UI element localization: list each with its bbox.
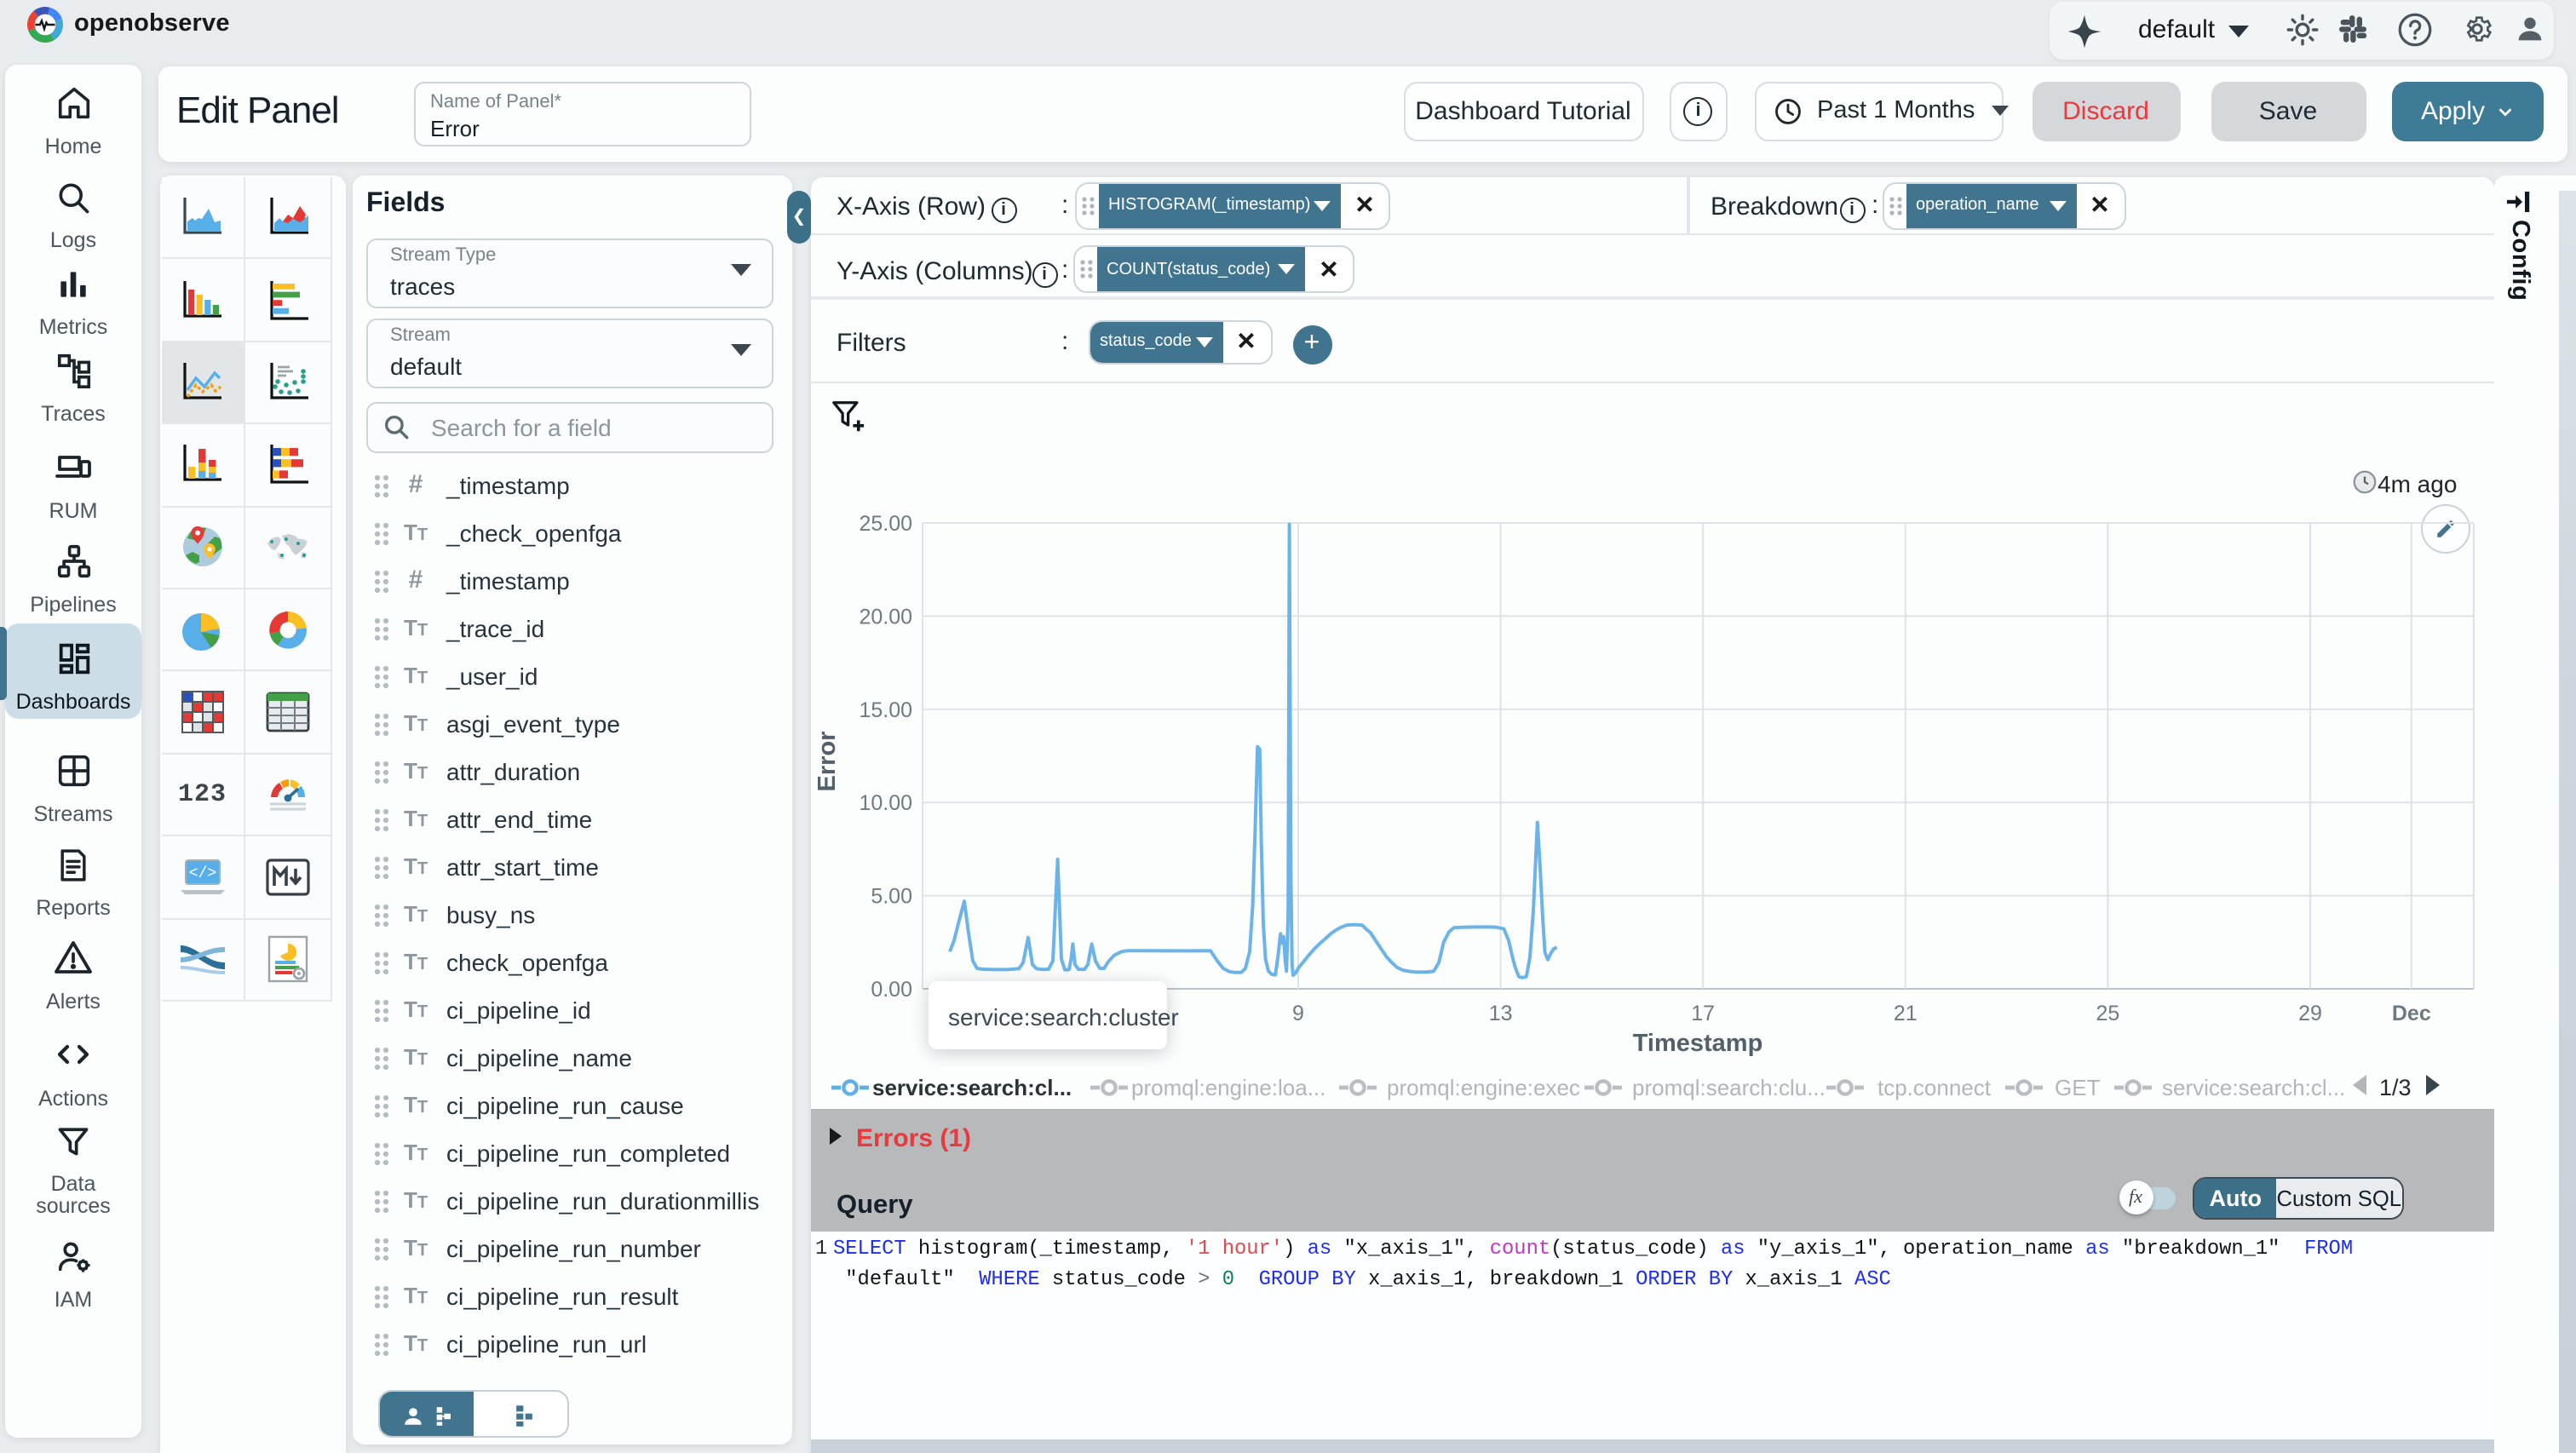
svg-text:10.00: 10.00: [858, 790, 911, 814]
svg-text:Timestamp: Timestamp: [1632, 1029, 1762, 1056]
svg-text:17: 17: [1690, 1001, 1714, 1025]
svg-text:</>: </>: [188, 865, 216, 882]
svg-text:21: 21: [1893, 1001, 1917, 1025]
svg-text:9: 9: [1291, 1001, 1303, 1025]
svg-text:13: 13: [1488, 1001, 1512, 1025]
svg-text:15.00: 15.00: [858, 698, 911, 721]
svg-text:5.00: 5.00: [870, 884, 911, 908]
svg-text:0.00: 0.00: [870, 977, 911, 1001]
svg-text:25: 25: [2095, 1001, 2119, 1025]
svg-text:Error: Error: [813, 731, 840, 791]
svg-text:Dec: Dec: [2391, 1001, 2430, 1025]
svg-text:25.00: 25.00: [858, 511, 911, 535]
svg-text:20.00: 20.00: [858, 604, 911, 628]
svg-text:29: 29: [2297, 1001, 2321, 1025]
